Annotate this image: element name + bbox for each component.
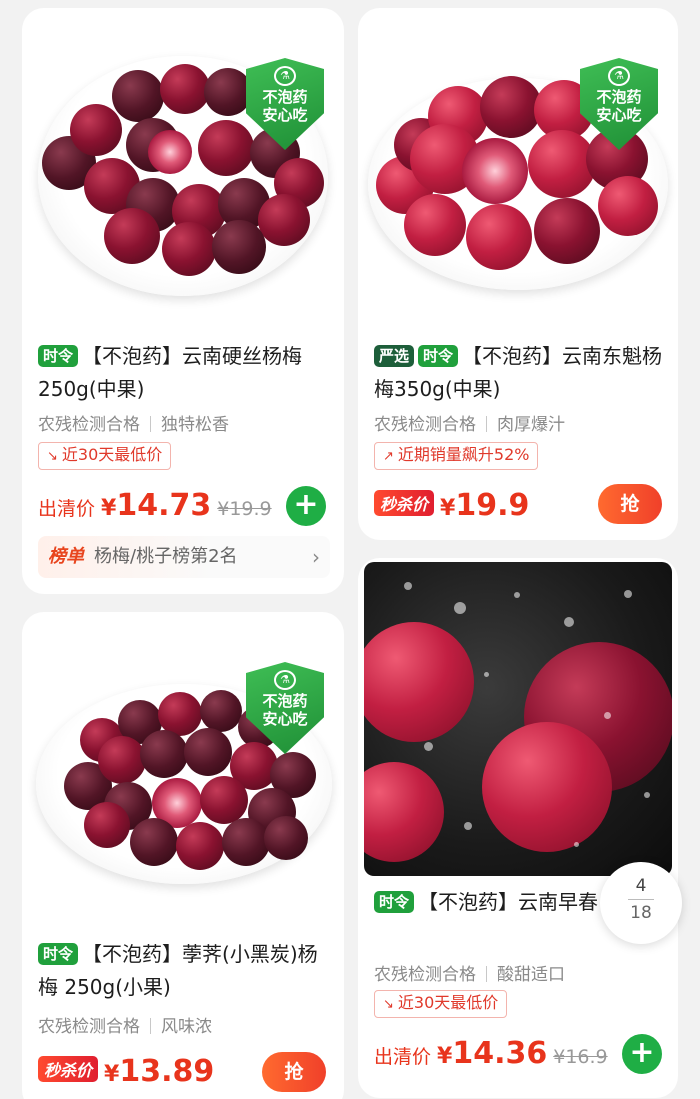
price-value: 19.9 [455, 488, 530, 523]
flask-icon: ⚗ [608, 66, 630, 86]
product-title[interactable]: 严选 时令 【不泡药】云南东魁杨梅350g(中果) [374, 340, 668, 406]
flash-sale-label: 秒杀价 [38, 1056, 99, 1082]
current-page: 4 [635, 876, 647, 896]
product-image[interactable]: ⚗ 不泡药 安心吃 [22, 612, 344, 912]
tag-seasonal: 时令 [374, 891, 415, 913]
product-title[interactable]: 时令【不泡药】云南早春250g(小果) [374, 886, 598, 919]
tag-curated: 严选 [374, 345, 415, 367]
product-image[interactable]: ⚗ 不泡药 安心吃 [22, 8, 344, 318]
flask-icon: ⚗ [274, 670, 296, 690]
price-value: 13.89 [119, 1054, 215, 1089]
divider [486, 416, 487, 432]
ranking-label: 榜单 [48, 546, 84, 567]
trend-down-icon: ↘ [383, 997, 394, 1012]
add-to-cart-button[interactable]: + [622, 1034, 662, 1074]
product-card[interactable]: ⚗ 不泡药 安心吃 严选 时令 【不泡药】云南东魁杨梅350g(中果) 农残检测合格… [358, 8, 678, 540]
divider [150, 416, 151, 432]
product-card[interactable]: ⚗ 不泡药 安心吃 时令 【不泡药】荸荠(小黑炭)杨梅 250g(小果) 农残检测… [22, 612, 344, 1099]
product-attributes: 农残检测合格 风味浓 [38, 1017, 212, 1037]
chevron-right-icon: › [312, 545, 320, 569]
divider [150, 1018, 151, 1034]
original-price: ¥16.9 [553, 1046, 608, 1068]
product-attributes: 农残检测合格 独特松香 [38, 415, 229, 435]
tag-seasonal: 时令 [38, 943, 79, 965]
product-title[interactable]: 时令 【不泡药】云南硬丝杨梅250g(中果) [38, 340, 334, 406]
tag-seasonal: 时令 [418, 345, 459, 367]
ranking-bar[interactable]: 榜单 杨梅/桃子榜第2名 › [38, 536, 330, 578]
price-row: 秒杀价 ¥13.89 [38, 1054, 214, 1094]
product-card[interactable]: 时令【不泡药】云南早春250g(小果) 农残检测合格酸甜适口 ↘近30天最低价 … [358, 558, 678, 1098]
product-title[interactable]: 时令 【不泡药】荸荠(小黑炭)杨梅 250g(小果) [38, 938, 334, 1004]
sales-highlight-badge: ↗ 近期销量飙升52% [374, 442, 539, 470]
price-row: 出清价 ¥14.36 ¥16.9 [374, 1036, 608, 1071]
price-row: 秒杀价 ¥19.9 [374, 488, 529, 528]
product-image[interactable]: ⚗ 不泡药 安心吃 [358, 8, 678, 308]
price-row: 出清价 ¥14.73 ¥19.9 [38, 488, 272, 523]
flash-sale-label: 秒杀价 [374, 490, 435, 516]
price-value: 14.36 [452, 1036, 548, 1071]
price-label: 出清价 [38, 498, 96, 520]
price-label: 出清价 [374, 1046, 432, 1068]
divider [486, 966, 487, 982]
grab-button[interactable]: 抢 [262, 1052, 326, 1092]
flask-icon: ⚗ [274, 66, 296, 86]
price-highlight-badge: ↘ 近30天最低价 [374, 990, 508, 1018]
product-attributes: 农残检测合格 肉厚爆汁 [374, 415, 565, 435]
product-attributes: 农残检测合格 酸甜适口 [374, 965, 565, 985]
trend-up-icon: ↗ [383, 449, 394, 464]
total-pages: 18 [630, 903, 652, 923]
grab-button[interactable]: 抢 [598, 484, 662, 524]
product-card[interactable]: ⚗ 不泡药 安心吃 时令 【不泡药】云南硬丝杨梅250g(中果) 农残检测合格 独特… [22, 8, 344, 594]
divider [628, 899, 654, 900]
price-highlight-badge: ↘ 近30天最低价 [38, 442, 172, 470]
trend-down-icon: ↘ [47, 449, 58, 464]
product-image[interactable] [364, 562, 672, 876]
original-price: ¥19.9 [217, 498, 272, 520]
tag-seasonal: 时令 [38, 345, 79, 367]
price-value: 14.73 [116, 488, 212, 523]
page-indicator[interactable]: 4 18 [600, 862, 682, 944]
add-to-cart-button[interactable]: + [286, 486, 326, 526]
